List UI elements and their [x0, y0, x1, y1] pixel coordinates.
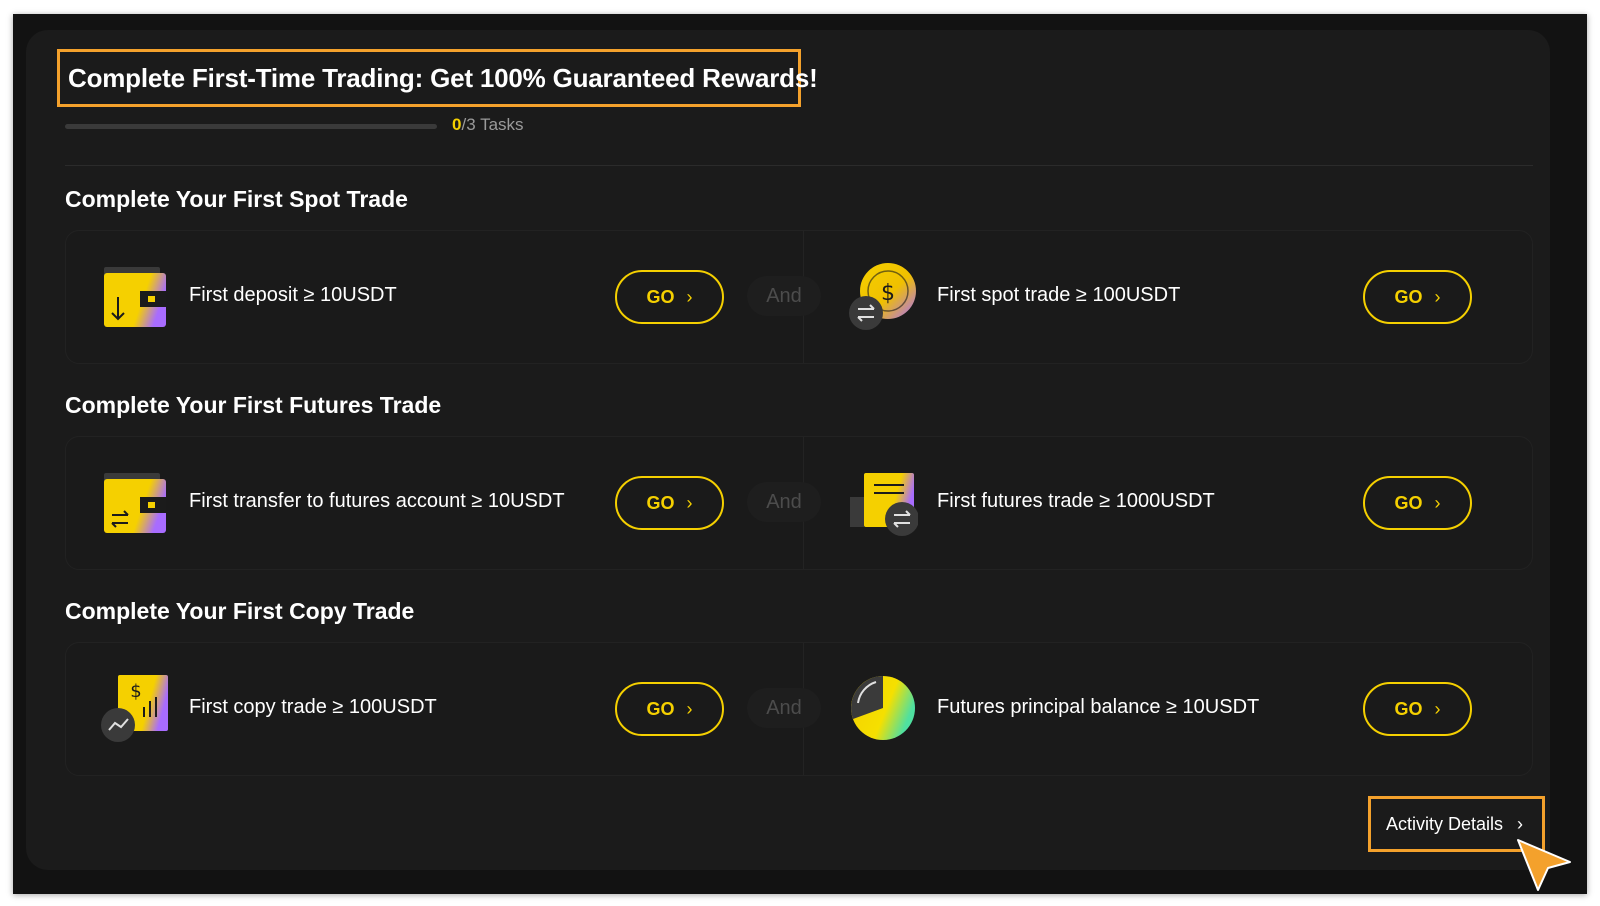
chevron-right-icon: › — [686, 492, 693, 513]
task-label-first-spot-trade: First spot trade ≥ 100USDT — [937, 284, 1181, 306]
task-progress-bar — [65, 124, 437, 129]
task-label-futures-principal-balance: Futures principal balance ≥ 10USDT — [937, 696, 1260, 718]
chevron-right-icon: › — [1434, 286, 1441, 307]
chevron-right-icon: › — [686, 286, 693, 307]
section-title-spot: Complete Your First Spot Trade — [65, 186, 408, 212]
header-divider — [65, 165, 1533, 166]
chevron-right-icon: › — [1434, 492, 1441, 513]
go-button-first-transfer[interactable]: GO › — [615, 476, 724, 530]
wallet-transfer-icon — [104, 473, 166, 533]
go-button-label: GO — [1394, 492, 1423, 513]
go-button-label: GO — [646, 698, 675, 719]
go-button-label: GO — [1394, 286, 1423, 307]
section-title-copy: Complete Your First Copy Trade — [65, 598, 415, 624]
pie-balance-icon — [851, 676, 915, 740]
chevron-right-icon: › — [1517, 813, 1524, 834]
and-connector: And — [747, 276, 821, 316]
page-title-highlight: Complete First-Time Trading: Get 100% Gu… — [57, 49, 818, 107]
svg-text:$: $ — [130, 681, 141, 702]
chevron-right-icon: › — [1434, 698, 1441, 719]
tasks-total-label: /3 Tasks — [461, 115, 524, 134]
section-title-futures: Complete Your First Futures Trade — [65, 392, 442, 418]
go-button-label: GO — [646, 492, 675, 513]
document-exchange-icon — [850, 473, 918, 536]
wallet-deposit-icon — [104, 267, 166, 327]
activity-details-label: Activity Details — [1386, 813, 1504, 834]
svg-text:$: $ — [881, 281, 895, 306]
go-button-first-spot-trade[interactable]: GO › — [1363, 270, 1472, 324]
task-label-first-futures-trade: First futures trade ≥ 1000USDT — [937, 490, 1215, 512]
chevron-right-icon: › — [686, 698, 693, 719]
copy-trade-chart-icon: $ — [101, 675, 168, 742]
task-label-first-transfer: First transfer to futures account ≥ 10US… — [189, 490, 565, 512]
go-button-first-copy-trade[interactable]: GO › — [615, 682, 724, 736]
coin-exchange-icon: $ — [849, 263, 916, 330]
and-connector: And — [747, 482, 821, 522]
task-label-first-deposit: First deposit ≥ 10USDT — [189, 284, 397, 306]
pointer-cursor-icon — [1517, 839, 1571, 891]
and-connector: And — [747, 688, 821, 728]
go-button-label: GO — [646, 286, 675, 307]
go-button-label: GO — [1394, 698, 1423, 719]
go-button-first-futures-trade[interactable]: GO › — [1363, 476, 1472, 530]
go-button-first-deposit[interactable]: GO › — [615, 270, 724, 324]
go-button-futures-principal-balance[interactable]: GO › — [1363, 682, 1472, 736]
task-progress-label: 0/3 Tasks — [452, 115, 524, 135]
page-title: Complete First-Time Trading: Get 100% Gu… — [68, 62, 818, 93]
task-label-first-copy-trade: First copy trade ≥ 100USDT — [189, 696, 437, 718]
